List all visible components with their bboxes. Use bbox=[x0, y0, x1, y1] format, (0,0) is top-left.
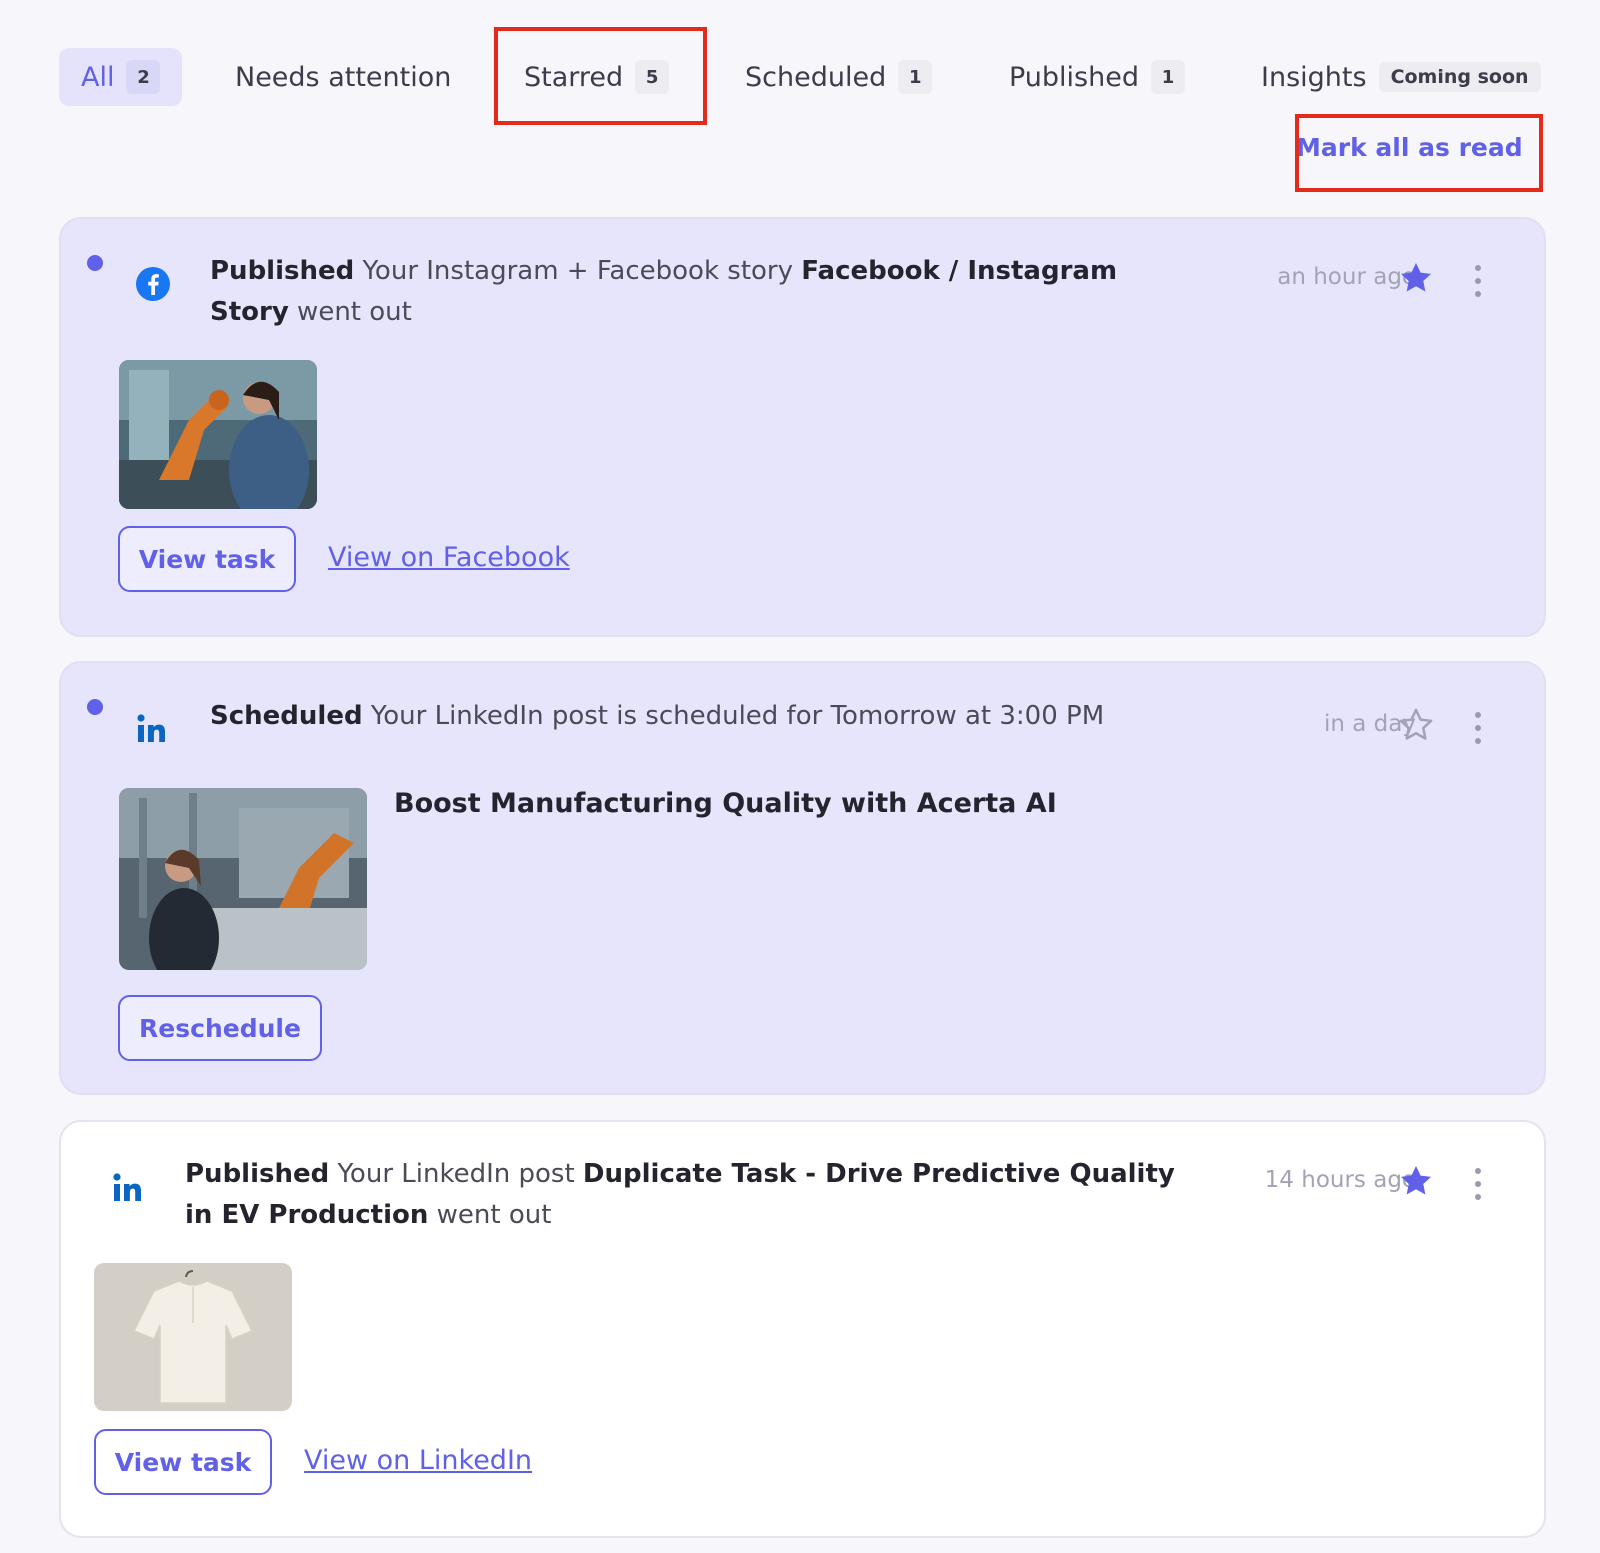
tab-starred[interactable]: Starred 5 bbox=[502, 48, 691, 106]
notification-card[interactable]: Published Your LinkedIn post Duplicate T… bbox=[59, 1120, 1546, 1538]
timestamp: an hour ago bbox=[1277, 264, 1416, 290]
tab-count-badge: 1 bbox=[898, 60, 933, 94]
tab-count-badge: 1 bbox=[1151, 60, 1185, 94]
tab-insights[interactable]: Insights Coming soon bbox=[1239, 48, 1546, 106]
timestamp: 14 hours ago bbox=[1264, 1167, 1416, 1193]
tab-label: Published bbox=[1009, 61, 1139, 93]
unread-dot bbox=[87, 255, 103, 271]
status-label: Published bbox=[210, 256, 355, 286]
timestamp: in a day bbox=[1324, 711, 1416, 737]
tab-scheduled[interactable]: Scheduled 1 bbox=[723, 48, 954, 106]
message-text: Your Instagram + Facebook story bbox=[354, 256, 802, 286]
star-filled-icon[interactable] bbox=[1397, 259, 1435, 297]
notification-message: Scheduled Your LinkedIn post is schedule… bbox=[210, 696, 1200, 737]
status-label: Published bbox=[185, 1159, 330, 1189]
post-title: Boost Manufacturing Quality with Acerta … bbox=[394, 788, 1057, 819]
linkedin-icon bbox=[137, 714, 165, 742]
more-options-icon[interactable] bbox=[1474, 1168, 1482, 1200]
tab-count-badge: 5 bbox=[635, 60, 670, 94]
coming-soon-badge: Coming soon bbox=[1378, 62, 1541, 92]
post-image bbox=[94, 1263, 292, 1411]
more-options-icon[interactable] bbox=[1474, 265, 1482, 297]
view-on-facebook-link[interactable]: View on Facebook bbox=[328, 542, 570, 573]
tab-needs-attention[interactable]: Needs attention bbox=[213, 48, 473, 106]
message-text: Your LinkedIn post bbox=[329, 1159, 583, 1189]
mark-all-as-read-button[interactable]: Mark all as read bbox=[1296, 133, 1523, 162]
post-image bbox=[119, 788, 367, 970]
notification-message: Published Your LinkedIn post Duplicate T… bbox=[185, 1154, 1185, 1236]
tab-published[interactable]: Published 1 bbox=[987, 48, 1207, 106]
tab-label: Insights bbox=[1261, 61, 1367, 93]
view-on-linkedin-link[interactable]: View on LinkedIn bbox=[304, 1445, 532, 1476]
view-task-button[interactable]: View task bbox=[118, 526, 296, 592]
tab-label: Starred bbox=[524, 61, 624, 93]
message-text: went out bbox=[428, 1200, 552, 1230]
tab-label: All bbox=[81, 61, 115, 93]
star-filled-icon[interactable] bbox=[1397, 1162, 1435, 1200]
notification-card[interactable]: Scheduled Your LinkedIn post is schedule… bbox=[59, 661, 1546, 1095]
tab-label: Needs attention bbox=[235, 61, 452, 93]
star-outline-icon[interactable] bbox=[1397, 706, 1435, 744]
post-image bbox=[119, 360, 317, 509]
message-text: went out bbox=[288, 297, 412, 327]
tab-bar: All 2 Needs attention Starred 5 Schedule… bbox=[59, 48, 1546, 106]
status-label: Scheduled bbox=[210, 701, 363, 731]
reschedule-button[interactable]: Reschedule bbox=[118, 995, 322, 1061]
tab-label: Scheduled bbox=[745, 61, 887, 93]
tab-all[interactable]: All 2 bbox=[59, 48, 183, 106]
notification-message: Published Your Instagram + Facebook stor… bbox=[210, 251, 1170, 333]
linkedin-icon bbox=[113, 1173, 141, 1201]
facebook-icon bbox=[136, 267, 170, 301]
tab-count-badge: 2 bbox=[126, 60, 161, 94]
message-text: Your LinkedIn post is scheduled for Tomo… bbox=[362, 701, 1105, 731]
more-options-icon[interactable] bbox=[1474, 712, 1482, 744]
view-task-button[interactable]: View task bbox=[94, 1429, 272, 1495]
notification-card[interactable]: Published Your Instagram + Facebook stor… bbox=[59, 217, 1546, 637]
unread-dot bbox=[87, 699, 103, 715]
